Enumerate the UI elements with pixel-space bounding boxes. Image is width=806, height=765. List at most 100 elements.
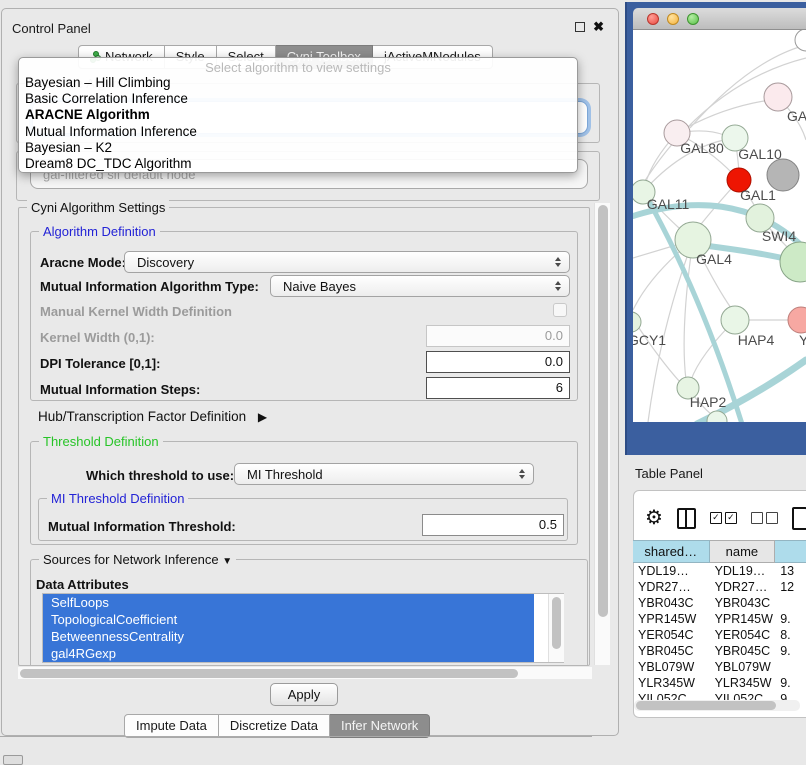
which-threshold-combobox[interactable]: MI Threshold bbox=[234, 463, 534, 485]
mi-threshold-definition-title: MI Threshold Definition bbox=[47, 491, 188, 506]
tab-infer-network[interactable]: Infer Network bbox=[330, 714, 430, 738]
algorithm-option-dream8-dc-tdc-algorithm[interactable]: Dream8 DC_TDC Algorithm bbox=[19, 156, 577, 172]
table-row[interactable]: YBR045CYBR045C9. bbox=[633, 643, 806, 659]
mi-type-label: Mutual Information Algorithm Type: bbox=[40, 279, 259, 294]
scrollbar-thumb[interactable] bbox=[552, 597, 561, 649]
table-cell: 8. bbox=[775, 627, 806, 643]
tab-impute-data[interactable]: Impute Data bbox=[124, 714, 219, 738]
attribute-list-scrollbar[interactable] bbox=[548, 594, 564, 662]
hub-definition-toggle[interactable]: Hub/Transcription Factor Definition ▶ bbox=[38, 409, 267, 424]
table-row[interactable]: YPR145WYPR145W9. bbox=[633, 611, 806, 627]
combo-arrows-icon bbox=[519, 469, 525, 479]
table-cell: YDR27… bbox=[710, 579, 776, 595]
gear-icon[interactable]: ⚙ bbox=[645, 508, 663, 528]
close-icon[interactable]: ✖ bbox=[593, 22, 604, 32]
control-panel-title: Control Panel bbox=[12, 21, 91, 36]
attribute-item-topologicalcoefficient[interactable]: TopologicalCoefficient bbox=[43, 611, 534, 628]
table-row[interactable]: YBR043CYBR043C bbox=[633, 595, 806, 611]
zoom-icon[interactable] bbox=[687, 13, 699, 25]
network-node-label: SWI4 bbox=[762, 228, 796, 244]
network-node-label: HAP4 bbox=[738, 332, 775, 348]
panel-divider bbox=[0, 736, 592, 737]
table-cell: YDL19… bbox=[710, 563, 776, 579]
algorithm-dropdown-popup: Select algorithm to view settings Bayesi… bbox=[18, 57, 578, 173]
table-row[interactable]: YER054CYER054C8. bbox=[633, 627, 806, 643]
close-icon[interactable] bbox=[647, 13, 659, 25]
table-cell: 13 bbox=[775, 563, 806, 579]
data-attributes-label: Data Attributes bbox=[36, 577, 129, 592]
network-node-label: GAL80 bbox=[680, 140, 724, 156]
algorithm-option-bayesian-k2[interactable]: Bayesian – K2 bbox=[19, 140, 577, 156]
table-cell: YPR145W bbox=[710, 611, 776, 627]
column-header-shared[interactable]: shared… bbox=[633, 540, 710, 563]
network-canvas[interactable]: GALGAL80GAL10GAL1GAL11SWI4GAL4GCY1HAP4YH… bbox=[633, 30, 806, 422]
threshold-definition-title: Threshold Definition bbox=[39, 434, 163, 449]
which-threshold-label: Which threshold to use: bbox=[86, 468, 234, 483]
table-row[interactable]: YLR345WYLR345W9. bbox=[633, 675, 806, 691]
table-cell: YLR345W bbox=[633, 675, 710, 691]
mi-threshold-field[interactable]: 0.5 bbox=[422, 514, 564, 536]
page-icon[interactable] bbox=[792, 507, 806, 530]
table-cell: YLR345W bbox=[710, 675, 776, 691]
manual-kernel-checkbox[interactable] bbox=[553, 303, 567, 317]
network-node-label: GAL10 bbox=[738, 146, 782, 162]
unchecked-checkbox-pair-icon[interactable] bbox=[751, 512, 778, 524]
network-node[interactable] bbox=[764, 83, 792, 111]
settings-vertical-scrollbar[interactable] bbox=[594, 203, 610, 665]
scrollbar-thumb[interactable] bbox=[636, 701, 776, 710]
table-cell: 12 bbox=[775, 579, 806, 595]
scrollbar-thumb[interactable] bbox=[20, 669, 518, 678]
table-cell: YBR043C bbox=[633, 595, 710, 611]
apply-button[interactable]: Apply bbox=[270, 683, 338, 706]
network-node[interactable] bbox=[721, 306, 749, 334]
scrollbar-thumb[interactable] bbox=[598, 205, 608, 617]
aracne-mode-label: Aracne Mode: bbox=[40, 255, 126, 270]
network-node-label: GAL1 bbox=[740, 187, 776, 203]
network-window-titlebar[interactable] bbox=[633, 8, 806, 30]
column-header-name[interactable]: name bbox=[710, 540, 776, 563]
table-cell: YDR27… bbox=[633, 579, 710, 595]
minimize-icon[interactable] bbox=[667, 13, 679, 25]
mi-steps-field[interactable]: 6 bbox=[426, 377, 570, 399]
table-cell: YBR045C bbox=[633, 643, 710, 659]
network-node[interactable] bbox=[780, 242, 806, 282]
settings-horizontal-scrollbar[interactable] bbox=[18, 667, 592, 679]
attribute-item-gal4rgexp[interactable]: gal4RGexp bbox=[43, 645, 534, 662]
algorithm-option-aracne-algorithm[interactable]: ARACNE Algorithm bbox=[19, 107, 577, 123]
network-node-label: HAP2 bbox=[690, 394, 727, 410]
column-header-extra[interactable] bbox=[775, 540, 806, 563]
mi-type-combobox[interactable]: Naive Bayes bbox=[270, 275, 570, 297]
network-edge[interactable] bbox=[635, 322, 680, 382]
collapsed-panel-button[interactable] bbox=[3, 755, 23, 765]
tab-label: Infer Network bbox=[341, 718, 418, 733]
table-cell: YER054C bbox=[710, 627, 776, 643]
minimize-icon[interactable] bbox=[575, 22, 585, 32]
hub-definition-label: Hub/Transcription Factor Definition bbox=[38, 409, 246, 424]
network-node[interactable] bbox=[788, 307, 806, 333]
chevron-right-icon: ▶ bbox=[258, 410, 267, 424]
table-row[interactable]: YBL079WYBL079W bbox=[633, 659, 806, 675]
table-cell: YDL19… bbox=[633, 563, 710, 579]
checked-checkbox-pair-icon[interactable]: ✓✓ bbox=[710, 512, 737, 524]
network-node-label: Y bbox=[799, 332, 806, 348]
table-cell: YPR145W bbox=[633, 611, 710, 627]
table-horizontal-scrollbar[interactable] bbox=[634, 700, 800, 711]
attribute-item-betweennesscentrality[interactable]: BetweennessCentrality bbox=[43, 628, 534, 645]
bottom-tabs: Impute DataDiscretize Data Infer Network bbox=[124, 714, 430, 738]
tab-discretize-data[interactable]: Discretize Data bbox=[219, 714, 330, 738]
network-node-label: GAL11 bbox=[647, 196, 690, 212]
table-cell: YER054C bbox=[633, 627, 710, 643]
attribute-item-selfloops[interactable]: SelfLoops bbox=[43, 594, 534, 611]
aracne-mode-combobox[interactable]: Discovery bbox=[124, 251, 570, 273]
chevron-down-icon[interactable]: ▼ bbox=[222, 556, 232, 567]
table-row[interactable]: YDL19…YDL19…13 bbox=[633, 563, 806, 579]
kernel-width-field[interactable]: 0.0 bbox=[426, 325, 570, 347]
algorithm-option-bayesian-hill-climbing[interactable]: Bayesian – Hill Climbing bbox=[19, 75, 577, 91]
which-threshold-value: MI Threshold bbox=[247, 467, 323, 482]
algorithm-dropdown-placeholder: Select algorithm to view settings bbox=[19, 58, 577, 75]
algorithm-option-basic-correlation-inference[interactable]: Basic Correlation Inference bbox=[19, 91, 577, 107]
dpi-tolerance-field[interactable]: 0.0 bbox=[426, 351, 570, 373]
algorithm-option-mutual-information-inference[interactable]: Mutual Information Inference bbox=[19, 124, 577, 140]
split-columns-icon[interactable] bbox=[677, 508, 696, 529]
table-row[interactable]: YDR27…YDR27…12 bbox=[633, 579, 806, 595]
